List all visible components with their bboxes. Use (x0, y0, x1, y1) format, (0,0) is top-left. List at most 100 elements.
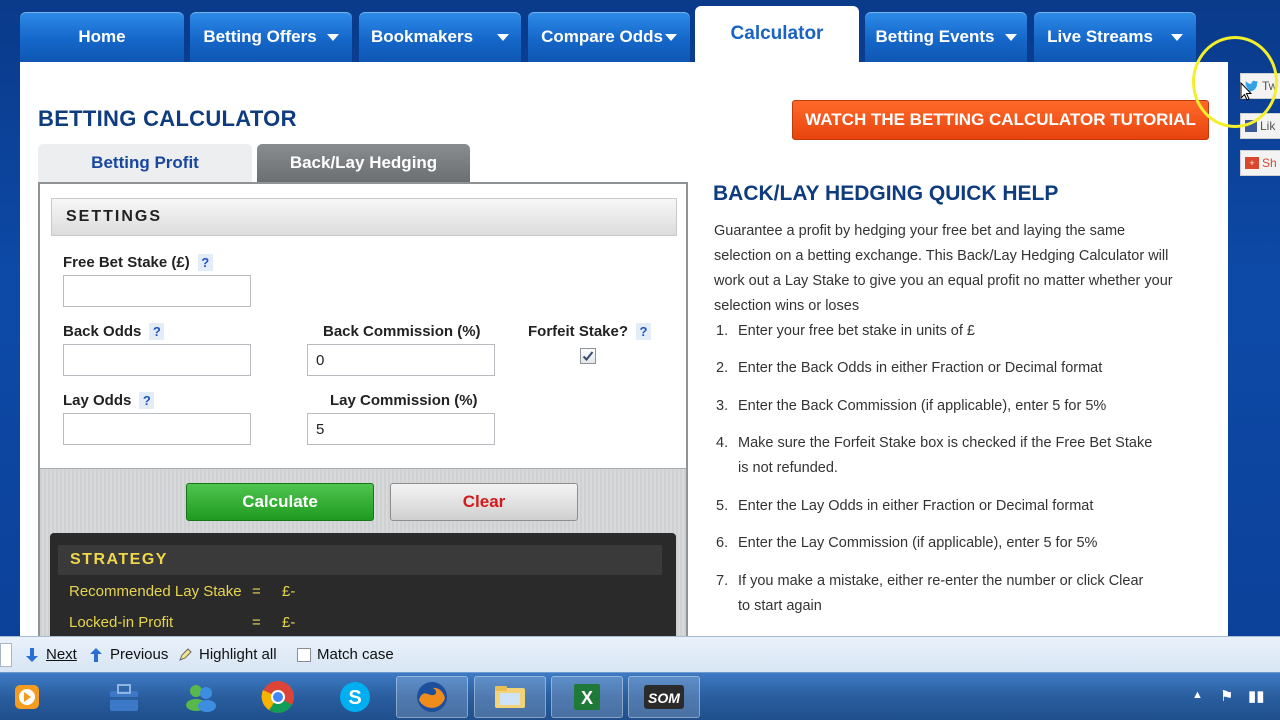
tray-expand-icon[interactable]: ▲ (1192, 689, 1203, 701)
results-area: Calculate Clear STRATEGY Recommended Lay… (40, 468, 686, 645)
back-commission-label: Back Commission (%) (323, 323, 481, 340)
step-number: 4. (716, 435, 729, 451)
forfeit-stake-text: Forfeit Stake? (528, 323, 629, 340)
forfeit-stake-checkbox[interactable] (580, 348, 596, 364)
nav-tab-calculator[interactable]: Calculator (695, 6, 859, 62)
lay-odds-text: Lay Odds (63, 392, 132, 409)
locked-profit-value: £- (282, 614, 296, 631)
tutorial-button[interactable]: WATCH THE BETTING CALCULATOR TUTORIAL (792, 100, 1209, 140)
calculate-button[interactable]: Calculate (186, 483, 374, 521)
highlight-all-button[interactable]: Highlight all (177, 646, 277, 663)
calculator-box: SETTINGS Free Bet Stake (£) ? Back Odds … (38, 182, 688, 645)
help-icon[interactable]: ? (197, 254, 213, 271)
strategy-panel: STRATEGY Recommended Lay Stake = £- Lock… (50, 533, 676, 645)
match-case-toggle[interactable]: Match case (297, 646, 394, 663)
nav-tab-betting-offers[interactable]: Betting Offers (190, 12, 352, 62)
taskbar-toolbox[interactable] (88, 676, 160, 718)
lay-odds-label: Lay Odds ? (63, 392, 155, 409)
help-intro: Guarantee a profit by hedging your free … (714, 223, 1173, 314)
page-title: BETTING CALCULATOR (38, 106, 297, 131)
nav-tab-home[interactable]: Home (20, 12, 184, 62)
nav-tab-label: Home (78, 27, 126, 46)
previous-label: Previous (110, 646, 169, 663)
lay-stake-label: Recommended Lay Stake (69, 583, 242, 600)
find-previous-button[interactable]: Previous (88, 646, 168, 663)
firefox-icon (417, 682, 447, 712)
step-number: 5. (716, 498, 729, 514)
excel-icon: X (574, 684, 600, 710)
locked-profit-equals: = (252, 614, 261, 631)
lay-odds-input[interactable] (63, 413, 251, 445)
step-text: Enter the Back Odds in either Fraction o… (738, 360, 1103, 376)
match-case-checkbox[interactable] (297, 647, 311, 662)
chevron-down-icon (1004, 33, 1017, 41)
step-text: Enter the Lay Commission (if applicable)… (738, 535, 1098, 551)
taskbar-skype[interactable]: S (319, 676, 391, 718)
nav-tab-bookmakers[interactable]: Bookmakers (359, 12, 521, 62)
taskbar-explorer[interactable] (474, 676, 546, 718)
back-odds-label: Back Odds ? (63, 323, 165, 340)
chevron-down-icon (664, 33, 677, 41)
media-player-icon (15, 685, 39, 709)
google-plus-icon: + (1245, 157, 1259, 169)
back-commission-input[interactable] (307, 344, 495, 376)
toolbox-icon (110, 684, 138, 711)
nav-tab-label: Betting Offers (203, 27, 317, 46)
taskbar-som[interactable]: SOM (628, 676, 700, 718)
chevron-down-icon (326, 33, 339, 41)
step-number: 2. (716, 360, 729, 376)
strategy-heading: STRATEGY (58, 545, 662, 575)
help-icon[interactable]: ? (139, 392, 155, 409)
taskbar-chrome[interactable] (242, 676, 314, 718)
tab-back-lay-hedging[interactable]: Back/Lay Hedging (257, 144, 470, 182)
taskbar-messenger[interactable] (165, 676, 237, 718)
help-icon[interactable]: ? (149, 323, 165, 340)
step-number: 1. (716, 323, 729, 339)
taskbar-media-player[interactable] (4, 676, 50, 718)
nav-tab-label: Bookmakers (370, 27, 474, 46)
lay-stake-equals: = (252, 583, 261, 600)
find-next-button[interactable]: Next (24, 646, 77, 663)
nav-tab-live-streams[interactable]: Live Streams (1034, 12, 1196, 62)
step-number: 3. (716, 398, 729, 414)
tab-betting-profit[interactable]: Betting Profit (38, 144, 252, 182)
lay-commission-label: Lay Commission (%) (330, 392, 478, 409)
nav-tab-label: Compare Odds (541, 27, 663, 46)
step-text: Enter your free bet stake in units of £ (738, 323, 975, 339)
excel-letter: X (581, 688, 593, 708)
match-case-label: Match case (317, 646, 394, 663)
action-center-flag-icon[interactable]: ⚑ (1220, 687, 1233, 705)
lay-commission-input[interactable] (307, 413, 495, 445)
nav-tab-betting-events[interactable]: Betting Events (865, 12, 1027, 62)
find-input[interactable] (0, 643, 12, 667)
google-share-button[interactable]: + Sh (1240, 150, 1280, 176)
som-icon: SOM (644, 685, 684, 709)
messenger-icon (186, 685, 216, 712)
arrow-down-icon (26, 647, 38, 662)
mouse-cursor-icon (1240, 82, 1252, 101)
settings-heading: SETTINGS (51, 198, 677, 236)
like-label: Lik (1260, 119, 1276, 133)
free-bet-stake-label: Free Bet Stake (£) ? (63, 254, 213, 271)
step-text: Make sure the Forfeit Stake box is check… (738, 435, 1153, 476)
highlighter-icon (179, 647, 192, 661)
lay-stake-value: £- (282, 583, 296, 600)
back-odds-text: Back Odds (63, 323, 142, 340)
clear-button[interactable]: Clear (390, 483, 578, 521)
back-odds-input[interactable] (63, 344, 251, 376)
explorer-icon (495, 686, 525, 708)
step-text: Enter the Back Commission (if applicable… (738, 398, 1107, 414)
highlight-circle (1192, 36, 1278, 128)
taskbar: S X SOM ▲ ⚑ ▮▮ (0, 672, 1280, 720)
chrome-icon (261, 681, 294, 713)
arrow-up-icon (90, 647, 102, 662)
taskbar-firefox[interactable] (396, 676, 468, 718)
network-icon[interactable]: ▮▮ (1248, 687, 1265, 705)
som-label: SOM (648, 690, 680, 706)
taskbar-excel[interactable]: X (551, 676, 623, 718)
free-bet-stake-input[interactable] (63, 275, 251, 307)
help-icon[interactable]: ? (636, 323, 652, 340)
chevron-down-icon (497, 33, 510, 41)
nav-tab-compare-odds[interactable]: Compare Odds (528, 12, 690, 62)
step-number: 6. (716, 535, 729, 551)
